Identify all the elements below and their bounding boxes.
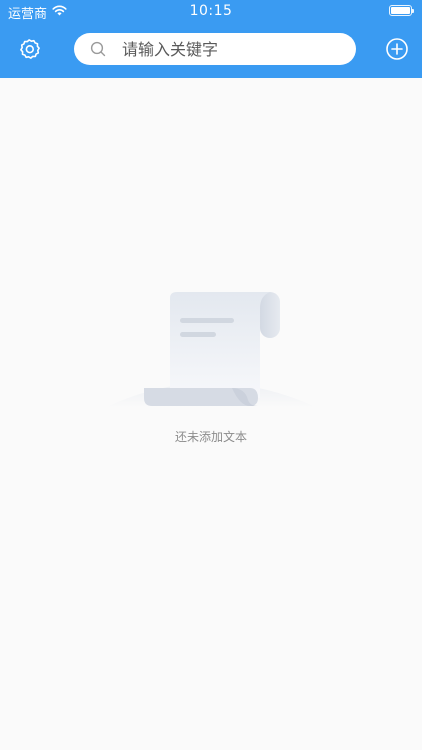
battery-icon xyxy=(389,5,414,16)
search-icon xyxy=(90,41,106,57)
search-input[interactable] xyxy=(122,35,342,63)
add-button[interactable] xyxy=(384,36,410,62)
status-bar: 运营商 10:15 xyxy=(0,0,422,22)
settings-button[interactable] xyxy=(16,36,42,62)
empty-message: 还未添加文本 xyxy=(174,430,247,444)
plus-circle-icon xyxy=(386,38,408,60)
search-bar[interactable] xyxy=(74,33,356,65)
app-header: 运营商 10:15 xyxy=(0,0,422,78)
gear-icon xyxy=(20,39,40,59)
status-time: 10:15 xyxy=(189,3,233,19)
document-scroll-illustration xyxy=(104,292,318,408)
